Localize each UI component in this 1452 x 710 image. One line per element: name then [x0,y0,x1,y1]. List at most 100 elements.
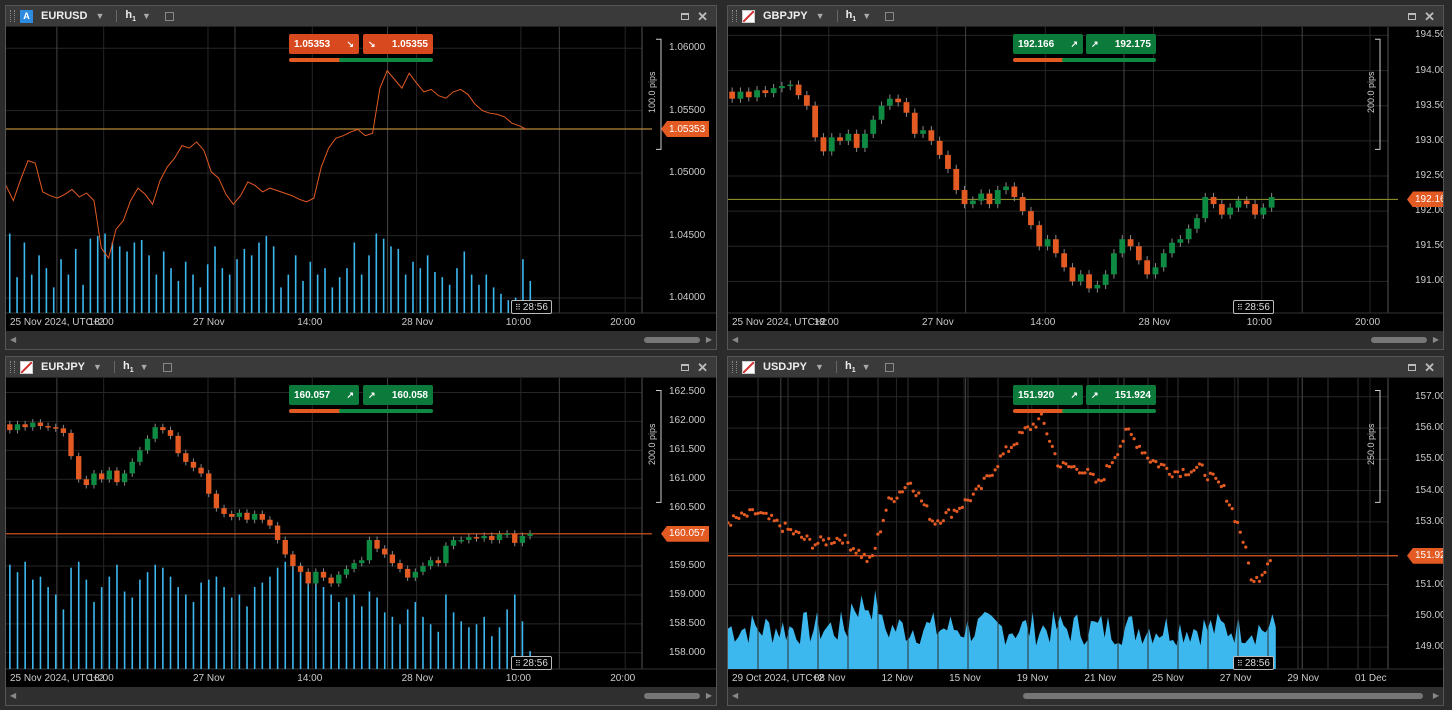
scroll-left-icon[interactable]: ◀ [732,691,738,700]
symbol-selector[interactable]: GBPJPY [763,10,808,22]
horizontal-scrollbar[interactable]: ◀ ▶ [728,331,1443,349]
close-icon[interactable]: ✕ [1424,10,1435,23]
close-icon[interactable]: ✕ [697,10,708,23]
chart-canvas[interactable] [728,27,1443,333]
chevron-down-icon[interactable]: ▼ [93,362,102,372]
horizontal-scrollbar[interactable]: ◀ ▶ [6,687,716,705]
price-point [966,498,970,502]
drag-handle[interactable] [732,361,737,373]
scrollbar-thumb[interactable] [1023,693,1423,699]
chart-canvas[interactable] [728,378,1443,689]
link-icon[interactable] [164,11,174,21]
scroll-right-icon[interactable]: ▶ [1433,335,1439,344]
chart-plot-area[interactable]: 1.06000 1.05500 1.05000 1.04500 1.04000 25 No… [6,27,716,331]
horizontal-scrollbar[interactable]: ◀ ▶ [728,687,1443,705]
candle-body [297,566,304,572]
candle-body [236,512,243,517]
link-icon[interactable] [885,11,895,21]
buy-button[interactable]: ↗ 160.058 [363,385,433,405]
volume-bar [434,271,436,313]
trend-arrow-icon: ↗ [1091,389,1099,400]
sell-button[interactable]: 151.920 ↗ [1013,385,1083,405]
price-point [1091,472,1095,476]
price-point [1107,465,1112,469]
price-point [1015,442,1019,446]
price-point [802,537,806,541]
link-icon[interactable] [162,362,172,372]
close-icon[interactable]: ✕ [1424,361,1435,374]
scrollbar-thumb[interactable] [644,337,700,343]
price-tick-label: 1.06000 [669,42,706,54]
price-point [1048,439,1052,443]
maximize-icon[interactable] [681,363,690,371]
maximize-icon[interactable] [1408,12,1417,20]
chevron-down-icon[interactable]: ▼ [95,11,104,21]
symbol-selector[interactable]: EURUSD [41,10,87,22]
timeframe-selector[interactable]: h1 [125,9,136,23]
link-icon[interactable] [884,362,894,372]
chart-canvas[interactable] [6,378,716,689]
timeframe-selector[interactable]: h1 [846,9,857,23]
candle-body [1227,207,1234,215]
chevron-down-icon[interactable]: ▼ [140,362,149,372]
chevron-down-icon[interactable]: ▼ [862,11,871,21]
timeframe-selector[interactable]: h1 [845,360,856,374]
maximize-icon[interactable] [681,12,690,20]
buy-button[interactable]: ↘ 1.05355 [363,34,433,54]
close-icon[interactable]: ✕ [697,361,708,374]
candle-body [328,577,334,584]
drag-handle[interactable] [10,361,15,373]
sell-button[interactable]: 192.166 ↗ [1013,34,1083,54]
chart-canvas[interactable] [6,27,716,333]
price-point [1181,467,1185,472]
chevron-down-icon[interactable]: ▼ [815,362,824,372]
candle-body [351,563,357,569]
buy-button[interactable]: ↗ 151.924 [1086,385,1156,405]
horizontal-scrollbar[interactable]: ◀ ▶ [6,331,716,349]
scroll-right-icon[interactable]: ▶ [706,691,712,700]
scrollbar-thumb[interactable] [644,693,700,699]
drag-handle[interactable] [732,10,737,22]
buy-button[interactable]: ↗ 192.175 [1086,34,1156,54]
chart-plot-area[interactable]: 157.000156.000155.000154.000153.000152.0… [728,378,1443,687]
timeframe-selector[interactable]: h1 [123,360,134,374]
price-point [892,500,896,504]
candle-body [244,512,250,520]
scroll-left-icon[interactable]: ◀ [732,335,738,344]
candle-body [98,473,105,480]
candle-body [221,508,227,514]
sell-button[interactable]: 1.05353 ↘ [289,34,359,54]
candle-body [886,98,893,106]
price-point [996,465,1000,469]
volume-bar [169,576,172,669]
scroll-left-icon[interactable]: ◀ [10,691,16,700]
scroll-left-icon[interactable]: ◀ [10,335,16,344]
price-tick-label: 158.500 [669,617,706,629]
symbol-selector[interactable]: USDJPY [763,361,807,373]
volume-area [728,590,1276,669]
symbol-selector[interactable]: EURJPY [41,361,85,373]
price-point [1069,465,1073,469]
candle-body [76,456,82,480]
timeframe-period: 1 [132,16,137,24]
scroll-right-icon[interactable]: ▶ [1433,691,1439,700]
chart-plot-area[interactable]: 162.500 162.000 161.500 161.000 160.500 160.0… [6,378,716,687]
chevron-down-icon[interactable]: ▼ [816,11,825,21]
price-point [919,499,924,503]
scrollbar-thumb[interactable] [1371,337,1427,343]
chevron-down-icon[interactable]: ▼ [142,11,151,21]
candle-body [1003,186,1009,191]
chart-plot-area[interactable]: 194.500194.000193.500193.000192.500192.0… [728,27,1443,331]
chevron-down-icon[interactable]: ▼ [862,362,871,372]
drag-handle[interactable] [10,10,15,22]
price-point [1244,545,1248,549]
scroll-right-icon[interactable]: ▶ [706,335,712,344]
volume-bar [126,251,128,313]
maximize-icon[interactable] [1408,363,1417,371]
volume-bar [391,616,394,669]
price-point [778,524,782,528]
pips-label: 250.0 pips [1366,423,1376,466]
sell-button[interactable]: 160.057 ↗ [289,385,359,405]
price-point [1203,473,1207,477]
chart-window-usdjpy: USDJPY ▼ h1 ▼ ✕ 157.000 156.000 155.000 154.000 1… [727,356,1444,706]
